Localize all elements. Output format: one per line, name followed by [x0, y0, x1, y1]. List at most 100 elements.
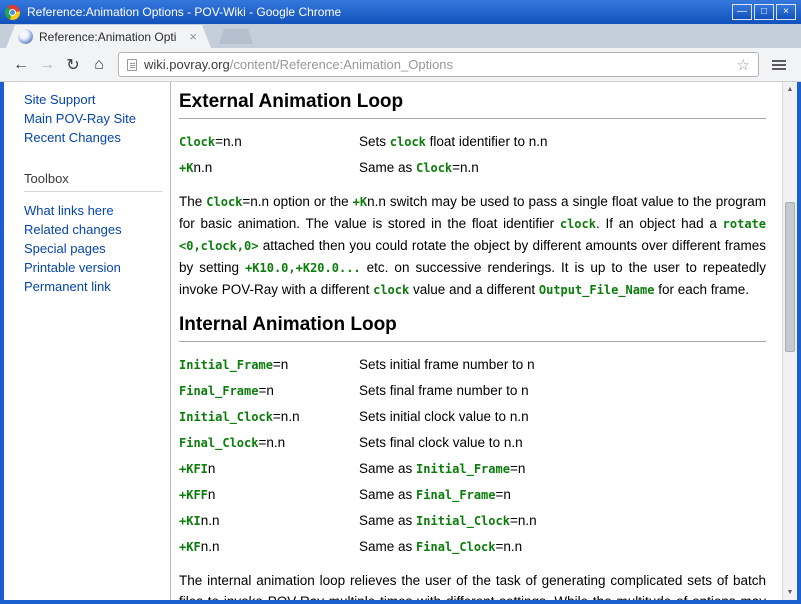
text-run: =n	[496, 487, 511, 502]
inline-code: clock	[560, 217, 596, 231]
back-button[interactable]: ←	[8, 52, 34, 78]
option-desc: Same as Clock=n.n	[359, 155, 479, 181]
new-tab-button[interactable]	[219, 29, 253, 44]
tab-reference-animation-options[interactable]: Reference:Animation Opti ×	[6, 25, 211, 48]
bookmark-star-icon[interactable]: ☆	[737, 56, 750, 74]
forward-button[interactable]: →	[34, 52, 60, 78]
text-run: =n	[273, 357, 288, 372]
vertical-scrollbar[interactable]: ▲ ▼	[782, 82, 797, 600]
option-desc: Same as Initial_Clock=n.n	[359, 508, 537, 534]
minimize-button[interactable]: —	[732, 4, 752, 20]
option-list: Initial_Frame=nSets initial frame number…	[179, 352, 766, 560]
toolbox-link-printable-version[interactable]: Printable version	[24, 258, 170, 277]
text-run: Sets final clock value to n.n	[359, 435, 523, 450]
page-viewport: Site SupportMain POV-Ray SiteRecent Chan…	[4, 82, 797, 600]
inline-code: Initial_Frame	[416, 462, 510, 476]
option-row: Initial_Clock=n.nSets initial clock valu…	[179, 404, 766, 430]
sidebar-link-recent-changes[interactable]: Recent Changes	[24, 128, 170, 147]
text-run: Same as	[359, 487, 416, 502]
sidebar-link-main-pov-ray-site[interactable]: Main POV-Ray Site	[24, 109, 170, 128]
text-run: =n	[258, 383, 273, 398]
scrollbar-thumb[interactable]	[785, 202, 795, 352]
tab-close-icon[interactable]: ×	[189, 30, 197, 43]
text-run: =n.n option or the	[242, 194, 352, 209]
toolbox-link-related-changes[interactable]: Related changes	[24, 220, 170, 239]
close-button[interactable]: ×	[776, 4, 796, 20]
section-heading-internal-animation-loop: Internal Animation Loop	[179, 313, 766, 342]
toolbox-link-special-pages[interactable]: Special pages	[24, 239, 170, 258]
toolbox-link-permanent-link[interactable]: Permanent link	[24, 277, 170, 296]
browser-window: Reference:Animation Options - POV-Wiki -…	[0, 0, 801, 604]
option-term: +KIn.n	[179, 508, 359, 534]
text-run: Same as	[359, 461, 416, 476]
text-run: float identifier to n.n	[426, 134, 548, 149]
text-run: Sets initial clock value to n.n	[359, 409, 529, 424]
toolbox-list: What links hereRelated changesSpecial pa…	[24, 201, 170, 296]
inline-code: Initial_Frame	[179, 358, 273, 372]
address-bar[interactable]: wiki.povray.org/content/Reference:Animat…	[118, 52, 759, 77]
option-row: +Kn.nSame as Clock=n.n	[179, 155, 766, 181]
window-titlebar[interactable]: Reference:Animation Options - POV-Wiki -…	[0, 0, 801, 24]
text-run: Sets	[359, 134, 390, 149]
section-heading-external-animation-loop: External Animation Loop	[179, 90, 766, 119]
inline-code: Final_Frame	[416, 488, 495, 502]
text-run: The	[179, 194, 206, 209]
inline-code: Initial_Clock	[179, 410, 273, 424]
option-row: Initial_Frame=n Sets initial frame number…	[179, 352, 766, 378]
article-content: External Animation LoopClock=n.nSets clo…	[170, 82, 782, 600]
option-desc: Same as Final_Clock=n.n	[359, 534, 522, 560]
inline-code: Final_Clock	[179, 436, 258, 450]
option-term: +KFIn	[179, 456, 359, 482]
sidebar: Site SupportMain POV-Ray SiteRecent Chan…	[4, 82, 170, 600]
inline-code: Clock	[416, 161, 452, 175]
menu-button[interactable]	[765, 52, 793, 78]
toolbox-heading: Toolbox	[24, 171, 162, 192]
text-run: =n	[510, 461, 525, 476]
option-term: +KFFn	[179, 482, 359, 508]
text-run: =n.n	[215, 134, 242, 149]
text-run: Same as	[359, 539, 416, 554]
page-icon	[127, 59, 137, 71]
maximize-button[interactable]: □	[754, 4, 774, 20]
text-run: . If an object had a	[596, 216, 723, 231]
text-run: The internal animation loop relieves the…	[179, 573, 766, 600]
sidebar-link-site-support[interactable]: Site Support	[24, 90, 170, 109]
text-run: =n.n	[452, 160, 479, 175]
inline-code: Initial_Clock	[416, 514, 510, 528]
home-button[interactable]: ⌂	[86, 52, 112, 78]
option-term: Clock=n.n	[179, 129, 359, 155]
option-row: +KFFnSame as Final_Frame=n	[179, 482, 766, 508]
inline-code: +K10.0,+K20.0...	[245, 261, 361, 275]
scroll-up-icon[interactable]: ▲	[783, 82, 797, 97]
inline-code: Output_File_Name	[539, 283, 655, 297]
option-desc: Sets initial frame number to n	[359, 352, 535, 378]
toolbox-link-what-links-here[interactable]: What links here	[24, 201, 170, 220]
text-run: =n.n	[496, 539, 523, 554]
option-term: Final_Clock=n.n	[179, 430, 359, 456]
sidebar-nav-list: Site SupportMain POV-Ray SiteRecent Chan…	[24, 90, 170, 147]
option-term: +Kn.n	[179, 155, 359, 181]
paragraph: The internal animation loop relieves the…	[179, 570, 766, 600]
inline-code: +KFF	[179, 488, 208, 502]
option-list: Clock=n.nSets clock float identifier to …	[179, 129, 766, 181]
chrome-logo-icon	[5, 5, 20, 20]
url-domain: wiki.povray.org	[144, 57, 230, 72]
option-desc: Sets initial clock value to n.n	[359, 404, 529, 430]
scroll-down-icon[interactable]: ▼	[783, 585, 797, 600]
option-row: Clock=n.nSets clock float identifier to …	[179, 129, 766, 155]
text-run: =n.n	[258, 435, 285, 450]
text-run: Sets initial frame number to n	[359, 357, 535, 372]
option-term: Final_Frame=n	[179, 378, 359, 404]
hamburger-icon	[772, 60, 786, 62]
inline-code: +KI	[179, 514, 201, 528]
reload-button[interactable]: ↻	[60, 52, 86, 78]
browser-toolbar: ← → ↻ ⌂ wiki.povray.org/content/Referenc…	[0, 48, 801, 82]
inline-code: Clock	[179, 135, 215, 149]
paragraph: The Clock=n.n option or the +Kn.n switch…	[179, 191, 766, 301]
option-term: +KFn.n	[179, 534, 359, 560]
url-path: /content/Reference:Animation_Options	[230, 57, 453, 72]
tab-strip: Reference:Animation Opti ×	[0, 24, 801, 48]
tab-title: Reference:Animation Opti	[39, 30, 183, 44]
option-desc: Sets final frame number to n	[359, 378, 529, 404]
inline-code: clock	[373, 283, 409, 297]
